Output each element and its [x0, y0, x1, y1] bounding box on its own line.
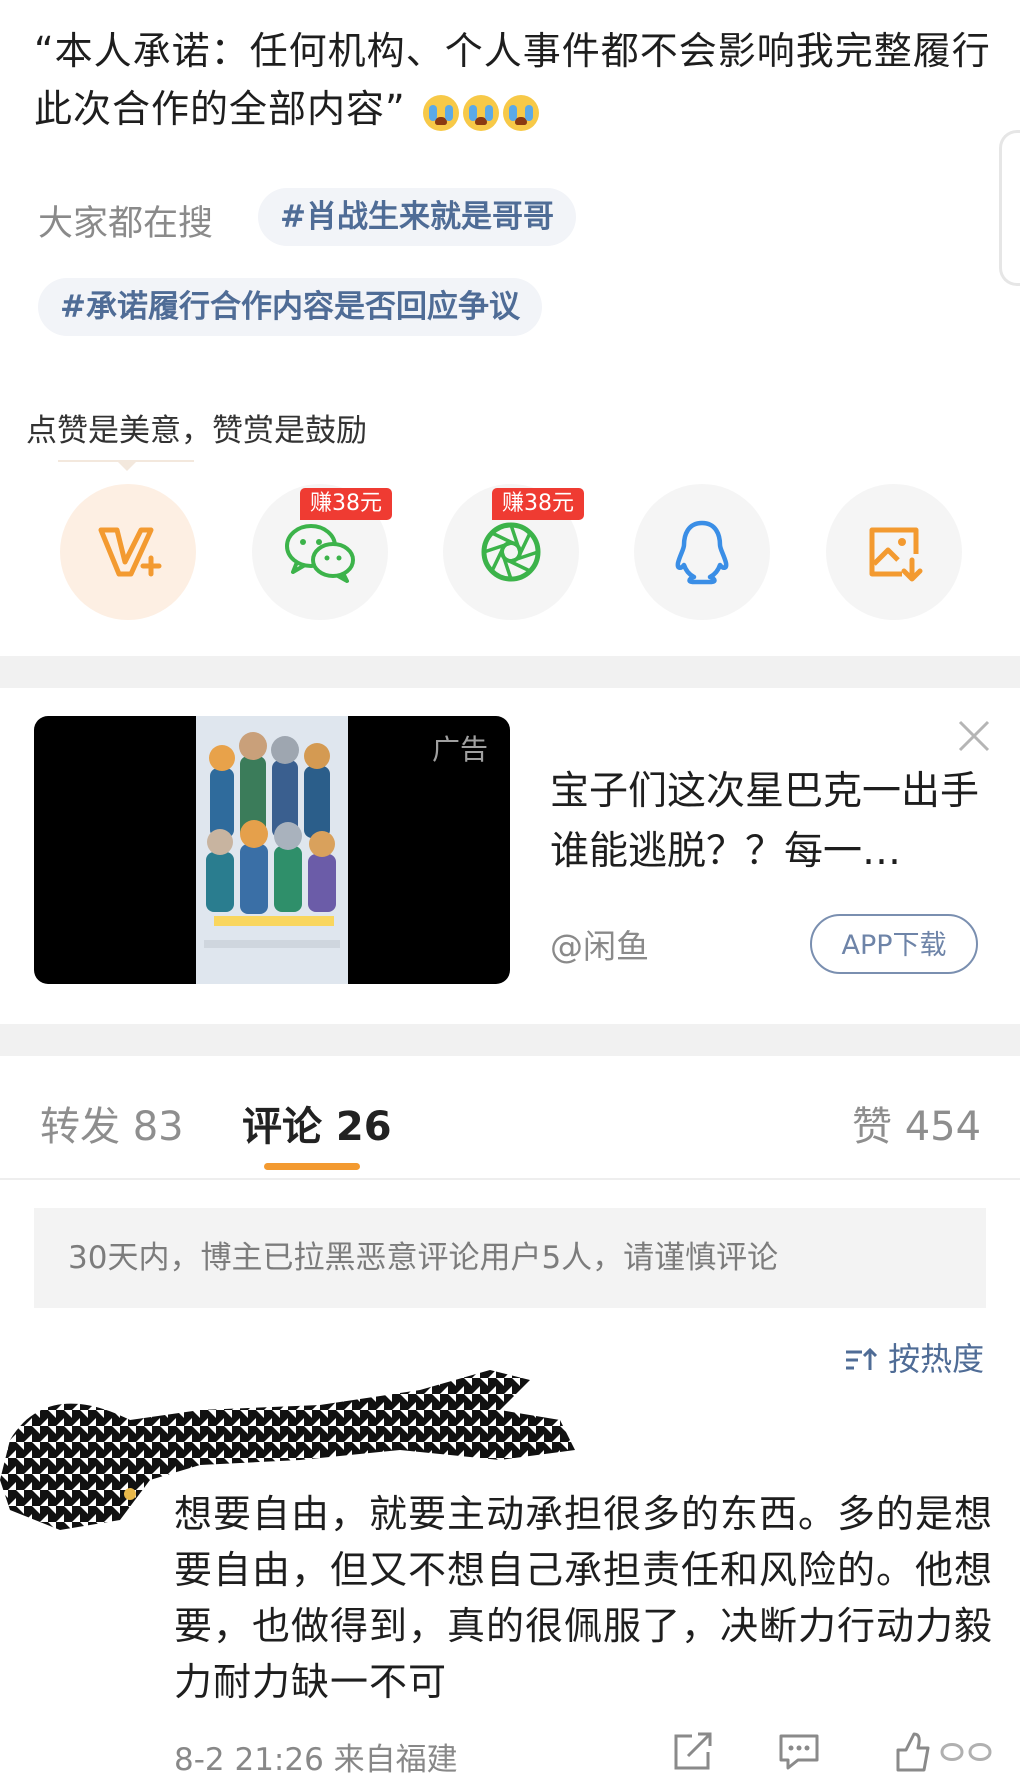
qq-icon — [675, 520, 729, 585]
save-image-icon — [869, 527, 923, 582]
post-text: “本人承诺：任何机构、个人事件都不会影响我完整履行此次合作的全部内容” — [34, 22, 994, 141]
active-tab-indicator — [264, 1163, 360, 1170]
ad-title[interactable]: 宝子们这次星巴克一出手谁能逃脱？？每一… — [550, 762, 990, 882]
reward-tip: 点赞是美意，赞赏是鼓励 — [26, 413, 367, 449]
tab-divider — [0, 1178, 1020, 1180]
hot-search-tag-1[interactable]: #肖战生来就是哥哥 — [258, 188, 576, 246]
emoji-group — [422, 83, 543, 141]
close-icon[interactable] — [956, 718, 992, 754]
comment-text: 想要自由，就要主动承担很多的东西。多的是想要自由，但又不想自己承担责任和风险的。… — [174, 1492, 994, 1704]
crying-emoji-icon — [422, 94, 459, 131]
wechat-icon — [285, 524, 355, 583]
v-plus-icon — [98, 527, 162, 577]
section-separator — [0, 1024, 1020, 1056]
like-icon[interactable] — [892, 1732, 1002, 1772]
section-separator — [0, 656, 1020, 688]
moments-earn-badge: 赚38元 — [492, 488, 584, 520]
reward-v-plus-button[interactable] — [60, 484, 196, 620]
crying-emoji-icon — [462, 94, 499, 131]
ad-label: 广告 — [432, 733, 489, 766]
hot-search-tag-2[interactable]: #承诺履行合作内容是否回应争议 — [38, 278, 542, 336]
comment-meta: 8-2 21:26 来自福建 — [174, 1742, 458, 1778]
share-qq-button[interactable] — [634, 484, 770, 620]
moments-icon — [481, 522, 541, 582]
tab-repost[interactable]: 转发 83 — [40, 1094, 184, 1152]
crying-emoji-icon — [502, 94, 539, 131]
sort-icon — [846, 1347, 878, 1370]
side-edge-handle — [999, 130, 1020, 286]
ad-thumbnail — [196, 716, 348, 984]
wechat-earn-badge: 赚38元 — [300, 488, 392, 520]
sort-button[interactable]: 按热度 — [844, 1334, 984, 1380]
comment-notice: 30天内，博主已拉黑恶意评论用户5人，请谨慎评论 — [34, 1208, 986, 1308]
app-download-button[interactable]: APP下载 — [810, 914, 978, 974]
tip-caret — [117, 461, 137, 471]
sort-label: 按热度 — [888, 1340, 985, 1378]
share-icon[interactable] — [672, 1732, 714, 1772]
save-image-button[interactable] — [826, 484, 962, 620]
hot-search-label: 大家都在搜 — [38, 204, 214, 244]
reply-icon[interactable] — [778, 1732, 820, 1772]
ad-source: @闲鱼 — [550, 927, 649, 966]
tab-likes[interactable]: 赞 454 — [852, 1094, 981, 1152]
tab-comments[interactable]: 评论 26 — [242, 1094, 392, 1152]
